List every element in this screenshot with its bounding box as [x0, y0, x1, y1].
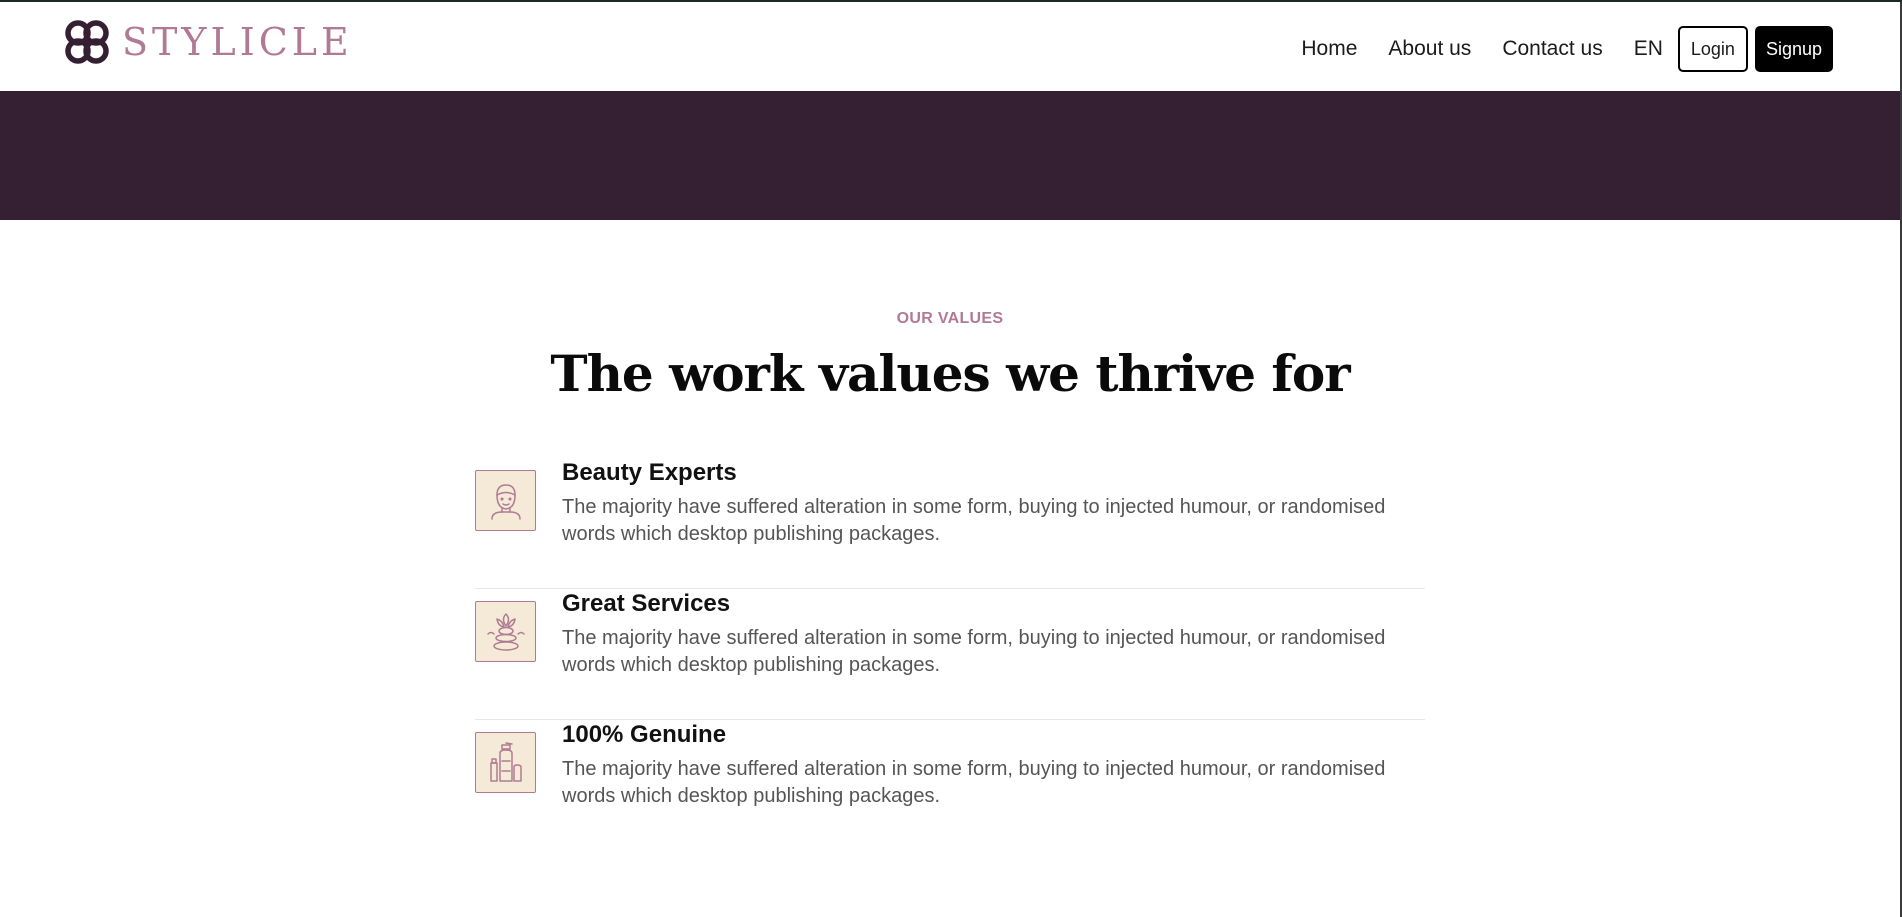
brand-logo[interactable]: STYLICLE [62, 17, 353, 67]
brand-name: STYLICLE [122, 20, 353, 64]
language-selector[interactable]: EN [1634, 26, 1663, 72]
signup-button[interactable]: Signup [1754, 26, 1833, 72]
value-item: Great Services The majority have suffere… [475, 589, 1425, 720]
beauty-expert-icon [490, 483, 521, 520]
value-icon-frame [475, 601, 536, 662]
cosmetic-bottles-icon [489, 741, 522, 782]
site-header: STYLICLE Home About us Contact us EN Log… [0, 2, 1900, 91]
value-item: Beauty Experts The majority have suffere… [475, 458, 1425, 589]
value-title: Great Services [562, 590, 731, 617]
spa-stones-icon [486, 612, 525, 651]
value-icon-frame [475, 732, 536, 793]
hero-banner [0, 91, 1900, 220]
nav-home[interactable]: Home [1301, 26, 1357, 72]
value-description: The majority have suffered alteration in… [562, 496, 1386, 545]
value-description: The majority have suffered alteration in… [562, 758, 1386, 807]
page: STYLICLE Home About us Contact us EN Log… [0, 0, 1902, 917]
value-item: 100% Genuine The majority have suffered … [475, 720, 1425, 851]
value-description: The majority have suffered alteration in… [562, 627, 1386, 676]
main-nav: Home About us Contact us EN Login Signup [1301, 26, 1833, 72]
nav-about-us[interactable]: About us [1388, 26, 1471, 72]
value-title: 100% Genuine [562, 721, 727, 748]
section-eyebrow: OUR VALUES [896, 310, 1004, 327]
values-list: Beauty Experts The majority have suffere… [475, 458, 1425, 851]
value-icon-frame [475, 470, 536, 531]
nav-contact-us[interactable]: Contact us [1502, 26, 1602, 72]
logo-knot-icon [65, 20, 109, 64]
login-button[interactable]: Login [1677, 26, 1748, 72]
value-title: Beauty Experts [562, 459, 737, 486]
section-title: The work values we thrive for [550, 344, 1350, 403]
